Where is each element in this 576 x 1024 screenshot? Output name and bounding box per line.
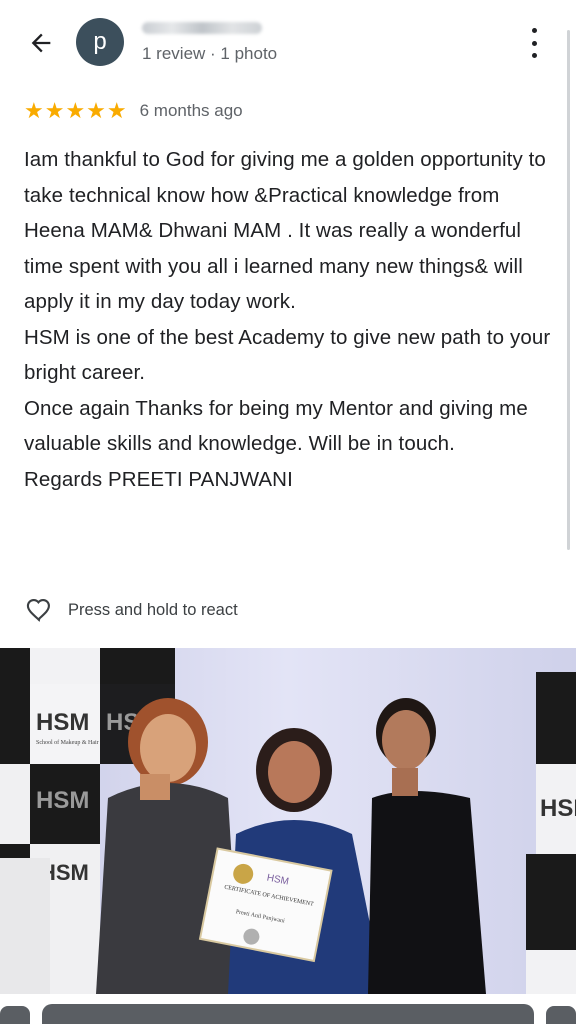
react-label: Press and hold to react: [68, 600, 238, 619]
heart-outline-icon: [26, 599, 50, 622]
review-header: p 1 review · 1 photo: [0, 0, 576, 84]
menu-dot: [531, 53, 537, 58]
reviewer-name-redacted[interactable]: [142, 22, 262, 34]
review-paragraph: Once again Thanks for being my Mentor an…: [24, 396, 528, 456]
review-rating-row: ★★★★★ 6 months ago: [24, 100, 243, 122]
backdrop-logo: HSM: [540, 795, 576, 822]
star-rating: ★★★★★: [24, 98, 128, 123]
review-text: Iam thankful to God for giving me a gold…: [24, 142, 554, 497]
review-photo[interactable]: HSM HSM HSM HSM HSM School of Makeup & H…: [0, 648, 576, 994]
backdrop-logo: HSM: [36, 709, 89, 736]
filmstrip-thumb[interactable]: [0, 1006, 30, 1024]
filmstrip-thumb[interactable]: [42, 1004, 534, 1024]
arrow-left-icon: [31, 33, 51, 53]
review-date: 6 months ago: [139, 101, 243, 120]
reviewer-meta: 1 review · 1 photo: [142, 44, 278, 63]
react-button[interactable]: Press and hold to react: [24, 596, 238, 624]
reviewer-avatar[interactable]: p: [76, 18, 124, 66]
backdrop-logo: HSM: [36, 787, 89, 814]
back-button[interactable]: [24, 26, 58, 60]
backdrop-tagline: School of Makeup & Hair: [36, 739, 99, 746]
filmstrip-thumb[interactable]: [546, 1006, 576, 1024]
review-paragraph: HSM is one of the best Academy to give n…: [24, 325, 551, 385]
menu-dot: [531, 40, 537, 46]
review-paragraph: Iam thankful to God for giving me a gold…: [24, 148, 546, 313]
more-options-button[interactable]: [524, 28, 544, 58]
scrollbar[interactable]: [567, 30, 570, 550]
more-vertical-icon: [531, 28, 537, 33]
review-paragraph: Regards PREETI PANJWANI: [24, 467, 293, 491]
